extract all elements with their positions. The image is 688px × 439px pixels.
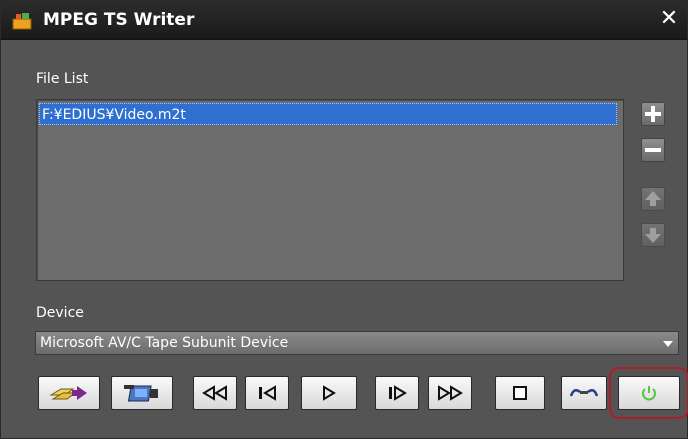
add-file-button[interactable] (641, 102, 665, 126)
stop-icon (513, 386, 527, 400)
move-down-button[interactable] (641, 223, 665, 247)
file-list-item[interactable]: F:¥EDIUS¥Video.m2t (39, 103, 617, 125)
power-icon (642, 386, 656, 401)
file-list[interactable]: F:¥EDIUS¥Video.m2t (36, 99, 624, 281)
device-selected-value: Microsoft AV/C Tape Subunit Device (40, 335, 289, 351)
load-from-tape-icon (49, 386, 87, 400)
power-button[interactable] (618, 376, 680, 410)
arrow-down-icon (645, 228, 661, 243)
connect-button[interactable] (561, 376, 607, 410)
step-back-icon (259, 385, 276, 401)
file-list-label: File List (36, 71, 89, 87)
fast-forward-icon (438, 385, 463, 401)
rewind-icon (202, 385, 227, 401)
step-forward-button[interactable] (375, 376, 419, 410)
mpeg-ts-writer-window: MPEG TS Writer ✕ File List F:¥EDIUS¥Vide… (0, 0, 688, 439)
load-from-tape-button[interactable] (38, 376, 100, 410)
connect-icon (569, 388, 599, 397)
plus-icon (645, 106, 661, 122)
play-icon (323, 385, 336, 401)
step-forward-icon (389, 385, 407, 401)
stop-button[interactable] (495, 376, 545, 410)
app-icon (11, 11, 35, 31)
camera-button[interactable] (111, 376, 173, 410)
play-button[interactable] (301, 376, 357, 410)
remove-file-button[interactable] (641, 138, 665, 162)
title-bar: MPEG TS Writer ✕ (1, 1, 687, 40)
device-label: Device (36, 305, 84, 321)
arrow-up-icon (645, 191, 661, 206)
chevron-down-icon (663, 341, 673, 347)
window-title: MPEG TS Writer (43, 10, 195, 30)
close-button[interactable]: ✕ (657, 7, 681, 31)
camera-icon (124, 385, 158, 402)
step-back-button[interactable] (245, 376, 289, 410)
minus-icon (645, 148, 661, 152)
device-dropdown[interactable]: Microsoft AV/C Tape Subunit Device (35, 331, 679, 355)
fast-forward-button[interactable] (428, 376, 472, 410)
rewind-button[interactable] (193, 376, 237, 410)
move-up-button[interactable] (641, 187, 665, 211)
